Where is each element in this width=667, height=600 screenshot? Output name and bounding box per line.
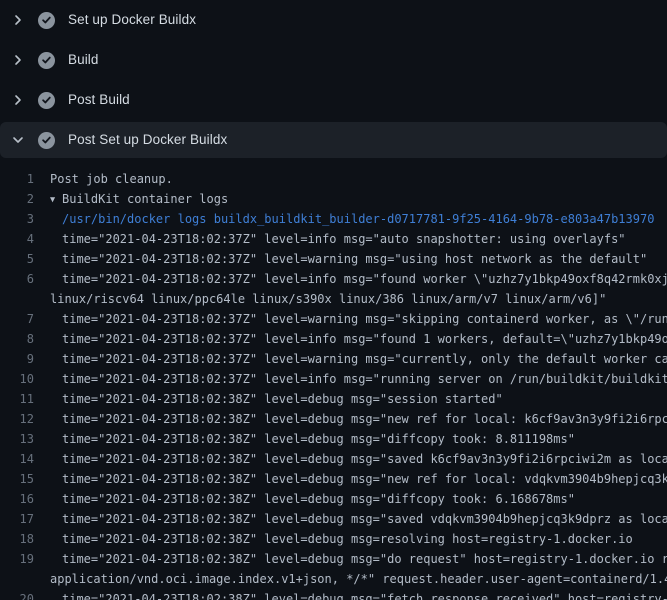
line-number[interactable]: 18 xyxy=(0,529,34,549)
line-number[interactable]: 12 xyxy=(0,409,34,429)
section-title: Set up Docker Buildx xyxy=(68,12,196,28)
group-toggle[interactable]: ▼BuildKit container logs xyxy=(50,192,228,206)
log-line: 14 time="2021-04-23T18:02:38Z" level=debu… xyxy=(0,449,667,469)
line-number[interactable]: 10 xyxy=(0,369,34,389)
log-text: time="2021-04-23T18:02:38Z" level=debug … xyxy=(62,489,575,506)
line-number[interactable]: 19 xyxy=(0,549,34,569)
line-number[interactable]: 6 xyxy=(0,269,34,289)
log-group-header-row: 2 ▼BuildKit container logs xyxy=(0,189,667,209)
chevron-down-icon xyxy=(10,132,26,148)
log-text: time="2021-04-23T18:02:37Z" level=info m… xyxy=(62,369,667,386)
log-text: time="2021-04-23T18:02:37Z" level=warnin… xyxy=(62,309,667,326)
line-number[interactable]: 14 xyxy=(0,449,34,469)
status-check-icon xyxy=(38,132,55,149)
section-title: Build xyxy=(68,52,99,68)
log-line: 8 time="2021-04-23T18:02:37Z" level=info … xyxy=(0,329,667,349)
line-number[interactable]: 3 xyxy=(0,209,34,229)
log-text: time="2021-04-23T18:02:38Z" level=debug … xyxy=(62,549,667,566)
log-line: 16 time="2021-04-23T18:02:38Z" level=debu… xyxy=(0,489,667,509)
section-title: Post Build xyxy=(68,92,130,108)
line-number[interactable]: 11 xyxy=(0,389,34,409)
log-line: 17 time="2021-04-23T18:02:38Z" level=debu… xyxy=(0,509,667,529)
section-header-post-set-up-docker-buildx[interactable]: Post Set up Docker Buildx xyxy=(0,122,667,158)
log-text: time="2021-04-23T18:02:38Z" level=debug … xyxy=(62,389,503,406)
line-number[interactable]: 13 xyxy=(0,429,34,449)
line-number[interactable]: 4 xyxy=(0,229,34,249)
log-text: application/vnd.oci.image.index.v1+json,… xyxy=(50,572,667,586)
section-header-set-up-docker-buildx[interactable]: Set up Docker Buildx xyxy=(0,0,667,40)
log-line: 7 time="2021-04-23T18:02:37Z" level=warni… xyxy=(0,309,667,329)
chevron-right-icon xyxy=(10,12,26,28)
log-line: 6 time="2021-04-23T18:02:37Z" level=info … xyxy=(0,269,667,289)
line-number[interactable]: 20 xyxy=(0,589,34,600)
chevron-right-icon xyxy=(10,52,26,68)
line-number[interactable]: 7 xyxy=(0,309,34,329)
log-text: Post job cleanup. xyxy=(50,172,173,186)
log-area: 1 Post job cleanup. 2 ▼BuildKit container l… xyxy=(0,160,667,600)
log-line: 1 Post job cleanup. xyxy=(0,169,667,189)
status-check-icon xyxy=(38,52,55,69)
workflow-log-viewer: Set up Docker Buildx Build Post Build xyxy=(0,0,667,600)
section-title: Post Set up Docker Buildx xyxy=(68,132,227,148)
log-line: 11 time="2021-04-23T18:02:38Z" level=debu… xyxy=(0,389,667,409)
log-line: 20 time="2021-04-23T18:02:38Z" level=debu… xyxy=(0,589,667,600)
chevron-right-icon xyxy=(10,92,26,108)
log-text: time="2021-04-23T18:02:38Z" level=debug … xyxy=(62,469,667,486)
line-number[interactable]: 15 xyxy=(0,469,34,489)
status-check-icon xyxy=(38,92,55,109)
log-text: time="2021-04-23T18:02:37Z" level=warnin… xyxy=(62,349,667,366)
log-line: 10 time="2021-04-23T18:02:37Z" level=info… xyxy=(0,369,667,389)
line-number[interactable]: 9 xyxy=(0,349,34,369)
log-text: time="2021-04-23T18:02:38Z" level=debug … xyxy=(62,409,667,426)
collapse-triangle-icon: ▼ xyxy=(50,190,62,209)
log-text: linux/riscv64 linux/ppc64le linux/s390x … xyxy=(50,292,606,306)
log-line: 12 time="2021-04-23T18:02:38Z" level=debu… xyxy=(0,409,667,429)
log-text: time="2021-04-23T18:02:38Z" level=debug … xyxy=(62,449,667,466)
line-number[interactable]: 8 xyxy=(0,329,34,349)
log-line: 3/usr/bin/docker logs buildx_buildkit_bu… xyxy=(0,209,667,229)
log-line: application/vnd.oci.image.index.v1+json,… xyxy=(0,569,667,589)
log-text: time="2021-04-23T18:02:38Z" level=debug … xyxy=(62,529,633,546)
status-check-icon xyxy=(38,12,55,29)
line-number[interactable]: 1 xyxy=(0,169,34,189)
section-header-post-build[interactable]: Post Build xyxy=(0,80,667,120)
log-line: 9 time="2021-04-23T18:02:37Z" level=warni… xyxy=(0,349,667,369)
log-line: 5 time="2021-04-23T18:02:37Z" level=warni… xyxy=(0,249,667,269)
log-line: 13 time="2021-04-23T18:02:38Z" level=debu… xyxy=(0,429,667,449)
log-text: time="2021-04-23T18:02:38Z" level=debug … xyxy=(62,509,667,526)
log-line: linux/riscv64 linux/ppc64le linux/s390x … xyxy=(0,289,667,309)
log-text: time="2021-04-23T18:02:37Z" level=info m… xyxy=(62,329,667,346)
line-number[interactable]: 16 xyxy=(0,489,34,509)
log-line: 15 time="2021-04-23T18:02:38Z" level=debu… xyxy=(0,469,667,489)
command-text: /usr/bin/docker logs buildx_buildkit_bui… xyxy=(62,212,654,226)
log-text: time="2021-04-23T18:02:38Z" level=debug … xyxy=(62,589,667,600)
log-text: time="2021-04-23T18:02:37Z" level=warnin… xyxy=(62,249,647,266)
line-number[interactable]: 2 xyxy=(0,189,34,209)
line-number[interactable]: 17 xyxy=(0,509,34,529)
section-header-build[interactable]: Build xyxy=(0,40,667,80)
log-text: time="2021-04-23T18:02:37Z" level=info m… xyxy=(62,269,667,286)
log-line: 19 time="2021-04-23T18:02:38Z" level=debu… xyxy=(0,549,667,569)
log-line: 4 time="2021-04-23T18:02:37Z" level=info … xyxy=(0,229,667,249)
log-text: time="2021-04-23T18:02:38Z" level=debug … xyxy=(62,429,575,446)
log-line: 18 time="2021-04-23T18:02:38Z" level=debu… xyxy=(0,529,667,549)
steps-list: Set up Docker Buildx Build Post Build xyxy=(0,0,667,158)
line-number[interactable]: 5 xyxy=(0,249,34,269)
log-text: time="2021-04-23T18:02:37Z" level=info m… xyxy=(62,229,626,246)
